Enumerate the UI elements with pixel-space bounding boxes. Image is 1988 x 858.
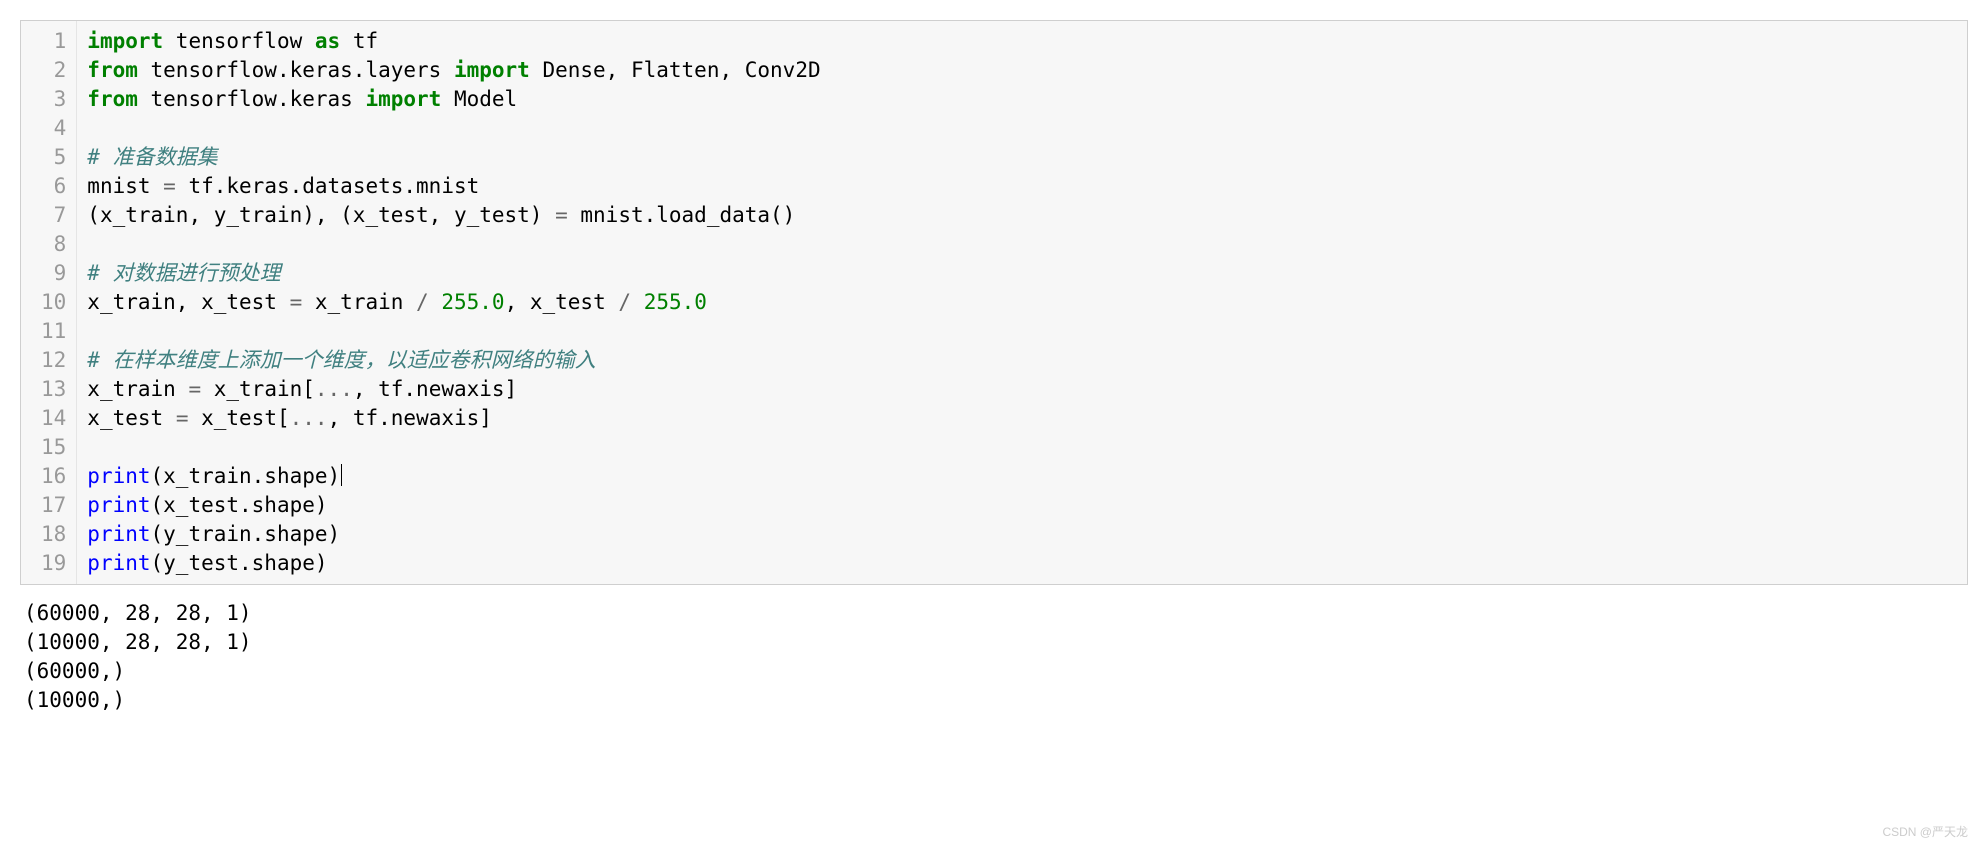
code-token: import — [87, 29, 163, 53]
line-number: 1 — [41, 27, 66, 56]
code-token: (x_train.shape) — [151, 464, 341, 488]
text-cursor — [341, 464, 342, 486]
code-token: = — [163, 174, 176, 198]
code-line[interactable]: print(y_test.shape) — [87, 549, 1957, 578]
code-line[interactable]: print(y_train.shape) — [87, 520, 1957, 549]
code-token: (x_train, y_train), (x_test, y_test) — [87, 203, 555, 227]
code-token: from — [87, 87, 138, 111]
watermark: CSDN @严天龙 — [1882, 823, 1968, 840]
code-line[interactable]: import tensorflow as tf — [87, 27, 1957, 56]
code-token: , tf.newaxis] — [328, 406, 492, 430]
code-line[interactable] — [87, 230, 1957, 259]
code-token: (y_test.shape) — [151, 551, 328, 575]
code-token: = — [176, 406, 189, 430]
code-token: 255.0 — [441, 290, 504, 314]
code-line[interactable]: from tensorflow.keras.layers import Dens… — [87, 56, 1957, 85]
line-number: 6 — [41, 172, 66, 201]
code-token — [429, 290, 442, 314]
code-token: import — [454, 58, 530, 82]
code-token: (y_train.shape) — [151, 522, 341, 546]
output-line: (10000, 28, 28, 1) — [24, 628, 1964, 657]
line-number: 10 — [41, 288, 66, 317]
code-line[interactable]: x_train, x_test = x_train / 255.0, x_tes… — [87, 288, 1957, 317]
code-token: tf.keras.datasets.mnist — [176, 174, 479, 198]
code-token: x_train — [87, 377, 188, 401]
code-line[interactable]: # 对数据进行预处理 — [87, 259, 1957, 288]
code-line[interactable]: x_train = x_train[..., tf.newaxis] — [87, 375, 1957, 404]
output-line: (60000,) — [24, 657, 1964, 686]
code-token: mnist — [87, 174, 163, 198]
code-token: / — [416, 290, 429, 314]
line-number: 17 — [41, 491, 66, 520]
code-token: , tf.newaxis] — [353, 377, 517, 401]
code-token: (x_test.shape) — [151, 493, 328, 517]
line-number: 7 — [41, 201, 66, 230]
code-cell: 12345678910111213141516171819 import ten… — [20, 20, 1968, 585]
code-line[interactable]: print(x_test.shape) — [87, 491, 1957, 520]
code-token: # 在样本维度上添加一个维度，以适应卷积网络的输入 — [87, 348, 595, 372]
code-line[interactable] — [87, 433, 1957, 462]
code-line[interactable]: x_test = x_test[..., tf.newaxis] — [87, 404, 1957, 433]
code-token: # 对数据进行预处理 — [87, 261, 280, 285]
code-token: 255.0 — [644, 290, 707, 314]
code-token: x_train[ — [201, 377, 315, 401]
code-token: print — [87, 493, 150, 517]
line-number: 13 — [41, 375, 66, 404]
code-line[interactable]: # 在样本维度上添加一个维度，以适应卷积网络的输入 — [87, 346, 1957, 375]
code-token: = — [188, 377, 201, 401]
code-area[interactable]: import tensorflow as tffrom tensorflow.k… — [77, 21, 1967, 584]
code-line[interactable] — [87, 317, 1957, 346]
code-token: print — [87, 464, 150, 488]
code-token: x_test — [87, 406, 176, 430]
line-number: 19 — [41, 549, 66, 578]
line-number: 12 — [41, 346, 66, 375]
code-line[interactable]: print(x_train.shape) — [87, 462, 1957, 491]
code-token: from — [87, 58, 138, 82]
line-number: 11 — [41, 317, 66, 346]
code-token: Model — [441, 87, 517, 111]
output-line: (10000,) — [24, 686, 1964, 715]
line-number: 2 — [41, 56, 66, 85]
line-number: 9 — [41, 259, 66, 288]
code-token: import — [365, 87, 441, 111]
code-token: # 准备数据集 — [87, 145, 217, 169]
output-area: (60000, 28, 28, 1)(10000, 28, 28, 1)(600… — [20, 595, 1968, 719]
line-number-gutter: 12345678910111213141516171819 — [21, 21, 77, 584]
code-token: = — [555, 203, 568, 227]
line-number: 8 — [41, 230, 66, 259]
code-token: , x_test — [505, 290, 619, 314]
code-token: = — [290, 290, 303, 314]
line-number: 3 — [41, 85, 66, 114]
code-line[interactable]: mnist = tf.keras.datasets.mnist — [87, 172, 1957, 201]
line-number: 14 — [41, 404, 66, 433]
line-number: 4 — [41, 114, 66, 143]
code-token: print — [87, 522, 150, 546]
code-token: tensorflow — [163, 29, 315, 53]
code-token: print — [87, 551, 150, 575]
code-token: x_test[ — [188, 406, 289, 430]
line-number: 15 — [41, 433, 66, 462]
code-token: tensorflow.keras.layers — [138, 58, 454, 82]
code-token: tf — [340, 29, 378, 53]
code-token: ... — [290, 406, 328, 430]
code-token: Dense, Flatten, Conv2D — [530, 58, 821, 82]
code-line[interactable] — [87, 114, 1957, 143]
code-token: ... — [315, 377, 353, 401]
code-line[interactable]: from tensorflow.keras import Model — [87, 85, 1957, 114]
code-line[interactable]: # 准备数据集 — [87, 143, 1957, 172]
line-number: 5 — [41, 143, 66, 172]
code-token: mnist.load_data() — [568, 203, 796, 227]
line-number: 16 — [41, 462, 66, 491]
code-token: as — [315, 29, 340, 53]
code-token: tensorflow.keras — [138, 87, 366, 111]
code-token: / — [618, 290, 631, 314]
code-line[interactable]: (x_train, y_train), (x_test, y_test) = m… — [87, 201, 1957, 230]
code-token — [631, 290, 644, 314]
line-number: 18 — [41, 520, 66, 549]
output-line: (60000, 28, 28, 1) — [24, 599, 1964, 628]
code-token: x_train, x_test — [87, 290, 289, 314]
code-token: x_train — [302, 290, 416, 314]
